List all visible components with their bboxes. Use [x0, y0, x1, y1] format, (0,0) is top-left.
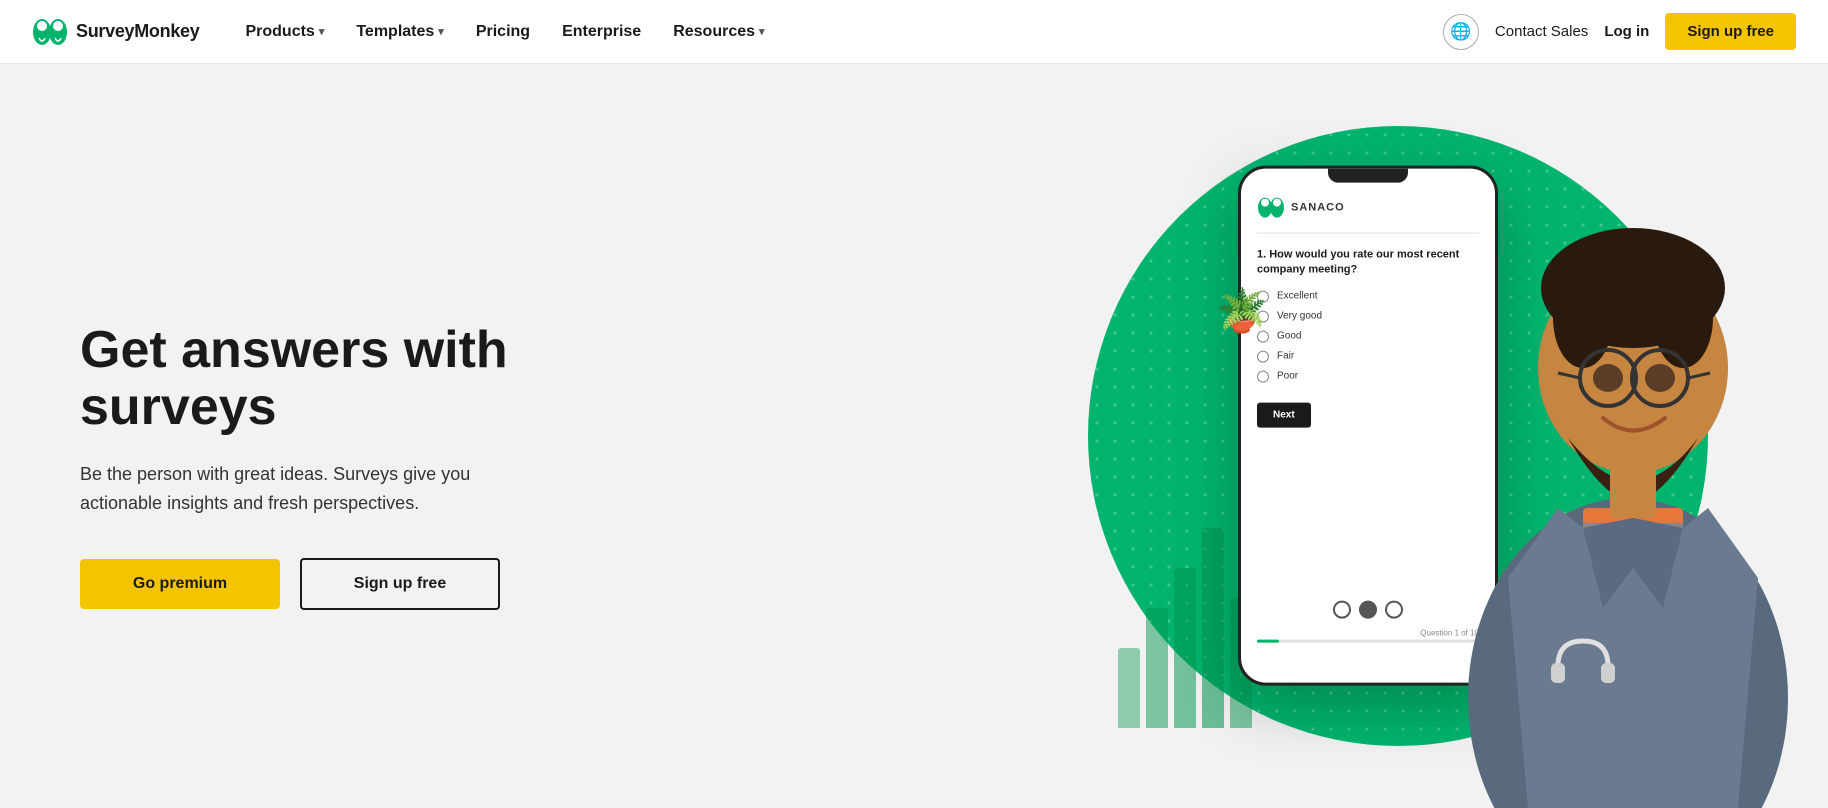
nav-signup-button[interactable]: Sign up free [1665, 13, 1796, 50]
phone-progress-fill [1257, 640, 1279, 643]
hero-content: Get answers with surveys Be the person w… [80, 322, 640, 610]
hero-subtitle: Be the person with great ideas. Surveys … [80, 460, 540, 518]
phone-next-button[interactable]: Next [1257, 402, 1311, 427]
contact-sales-link[interactable]: Contact Sales [1495, 23, 1588, 40]
phone-radio-5[interactable] [1257, 370, 1269, 382]
phone-option-label-4: Fair [1277, 351, 1294, 362]
bar-chart [1118, 528, 1252, 728]
go-premium-button[interactable]: Go premium [80, 559, 280, 609]
plant-decoration: 🪴 [1216, 287, 1268, 336]
bar-3 [1174, 568, 1196, 728]
bar-1 [1118, 648, 1140, 728]
phone-option-label-1: Excellent [1277, 291, 1318, 302]
person-illustration [1428, 78, 1828, 808]
hero-section: Get answers with surveys Be the person w… [0, 64, 1828, 808]
phone-notch [1328, 169, 1408, 183]
phone-radio-4[interactable] [1257, 350, 1269, 362]
hero-buttons: Go premium Sign up free [80, 558, 640, 610]
logo-text: SurveyMonkey [76, 21, 199, 42]
phone-option-label-3: Good [1277, 331, 1301, 342]
login-button[interactable]: Log in [1604, 23, 1649, 40]
nav-enterprise-label: Enterprise [562, 23, 641, 41]
chevron-down-icon: ▾ [759, 25, 765, 38]
nav-products[interactable]: Products ▾ [231, 15, 338, 49]
navbar: SurveyMonkey Products ▾ Templates ▾ Pric… [0, 0, 1828, 64]
phone-brand-icon [1257, 197, 1285, 219]
phone-dot-3 [1385, 601, 1403, 619]
phone-option-label-2: Very good [1277, 311, 1322, 322]
phone-dot-2 [1359, 601, 1377, 619]
phone-option-label-5: Poor [1277, 371, 1298, 382]
nav-pricing[interactable]: Pricing [462, 15, 544, 49]
nav-resources[interactable]: Resources ▾ [659, 15, 778, 49]
nav-resources-label: Resources [673, 23, 755, 41]
signup-free-button[interactable]: Sign up free [300, 558, 500, 610]
nav-products-label: Products [245, 23, 314, 41]
nav-links: Products ▾ Templates ▾ Pricing Enterpris… [231, 15, 1442, 49]
phone-dot-1 [1333, 601, 1351, 619]
nav-templates-label: Templates [356, 23, 434, 41]
nav-pricing-label: Pricing [476, 23, 530, 41]
nav-enterprise[interactable]: Enterprise [548, 15, 655, 49]
bar-4 [1202, 528, 1224, 728]
logo-icon [32, 18, 68, 46]
headphones-decoration [1548, 631, 1618, 696]
language-selector[interactable]: 🌐 [1443, 14, 1479, 50]
nav-right: 🌐 Contact Sales Log in Sign up free [1443, 13, 1796, 50]
chevron-down-icon: ▾ [438, 25, 444, 38]
logo-link[interactable]: SurveyMonkey [32, 18, 199, 46]
nav-templates[interactable]: Templates ▾ [342, 15, 457, 49]
hero-title: Get answers with surveys [80, 322, 640, 436]
chevron-down-icon: ▾ [319, 25, 325, 38]
hero-illustration: SANACO 1. How would you rate our most re… [968, 64, 1828, 808]
phone-brand-text: SANACO [1291, 202, 1345, 214]
bar-2 [1146, 608, 1168, 728]
